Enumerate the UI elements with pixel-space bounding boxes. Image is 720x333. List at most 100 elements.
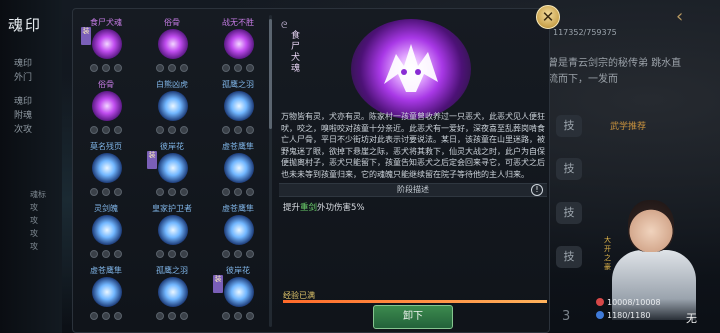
soul-slot[interactable]: 彼岸花装: [141, 141, 203, 203]
soul-slot-name: 孤鹰之羽: [222, 80, 254, 89]
background-counter: 117352/759375: [553, 28, 617, 37]
character-head: [628, 200, 674, 252]
star-slots: [222, 64, 254, 72]
soul-icon: [158, 91, 188, 121]
soul-slot-name: 战无不胜: [222, 18, 254, 27]
exp-fill: [283, 300, 547, 303]
back-arrow-icon[interactable]: ‹: [676, 6, 683, 27]
soul-slot-name: 莫名残页: [90, 142, 122, 151]
page-number: 3: [562, 309, 571, 324]
soul-slot[interactable]: 战无不胜: [207, 17, 269, 79]
equipped-badge: 装: [81, 27, 91, 45]
star-slot-dot: [234, 126, 242, 134]
close-icon[interactable]: ✕: [536, 5, 560, 29]
soul-slot[interactable]: 莫名残页: [75, 141, 137, 203]
soul-icon: [158, 277, 188, 307]
soul-slot[interactable]: 彼岸花装: [207, 265, 269, 327]
rail-bullets: 魂标 攻 攻 攻 攻: [30, 188, 46, 253]
soul-icon: [224, 153, 254, 183]
mp-value: 1180/1180: [607, 311, 651, 320]
scrollbar-thumb[interactable]: [269, 19, 272, 129]
soul-slot-name: 白熊凶虎: [156, 80, 188, 89]
star-slot-dot: [102, 126, 110, 134]
soul-icon: [224, 277, 254, 307]
star-slots: [90, 126, 122, 134]
star-slot-dot: [102, 250, 110, 258]
soul-slot[interactable]: 虚苍鹰隼: [75, 265, 137, 327]
rail-bullet: 攻: [30, 203, 38, 212]
star-slot-dot: [90, 64, 98, 72]
skill-button[interactable]: 技: [556, 202, 582, 224]
left-rail: 魂印 魂印 外门 魂印 附魂 次攻 魂标 攻 攻 攻 攻: [0, 0, 62, 333]
star-slot-dot: [168, 126, 176, 134]
soul-slot-name: 俗骨: [98, 80, 114, 89]
soul-grid: 食尸犬魂装俗骨 战无不胜 俗骨 白熊凶虎 孤鹰之羽 莫名残页 彼岸花装虚苍鹰隼 灵剑魄 皇家护卫…: [73, 9, 273, 333]
soul-slot[interactable]: 孤鹰之羽: [207, 79, 269, 141]
star-slot-dot: [168, 188, 176, 196]
background-story-text: 曾是青云剑宗的秘传弟 跳水直流而下，一发而: [548, 58, 682, 85]
rail-title: 魂印: [8, 16, 43, 34]
skill-button[interactable]: 技: [556, 158, 582, 180]
skill-button[interactable]: 技: [556, 246, 582, 268]
star-slots: [90, 312, 122, 320]
star-slot-dot: [180, 126, 188, 134]
star-slot-dot: [234, 312, 242, 320]
star-slot-dot: [234, 188, 242, 196]
wolf-soul-icon: [351, 19, 471, 119]
wolf-head-icon: [384, 44, 438, 92]
rail-line: 魂印: [14, 59, 33, 69]
soul-slot[interactable]: 灵剑魄: [75, 203, 137, 265]
soul-slot[interactable]: 食尸犬魂装: [75, 17, 137, 79]
star-slots: [222, 126, 254, 134]
skill-button[interactable]: 技: [556, 115, 582, 137]
soul-icon: [158, 29, 188, 59]
detail-name: 食尸犬魂: [291, 31, 301, 74]
hp-icon: [596, 298, 604, 306]
star-slot-dot: [156, 312, 164, 320]
star-slots: [156, 312, 188, 320]
star-slot-dot: [168, 312, 176, 320]
star-slots: [156, 188, 188, 196]
rail-bullet: 攻: [30, 229, 38, 238]
equipped-badge: 装: [213, 275, 223, 293]
soul-icon: [224, 91, 254, 121]
soul-slot[interactable]: 俗骨: [141, 17, 203, 79]
soul-slot-name: 俗骨: [164, 18, 180, 27]
soul-slot[interactable]: 俗骨: [75, 79, 137, 141]
exp-bar: [283, 300, 547, 303]
soul-icon: [92, 215, 122, 245]
soul-icon: [92, 91, 122, 121]
soul-slot[interactable]: 孤鹰之羽: [141, 265, 203, 327]
soul-slot-name: 虚苍鹰隼: [222, 142, 254, 151]
soul-slot-name: 灵剑魄: [94, 204, 118, 213]
stat-suffix: 外功伤害5%: [317, 203, 365, 213]
star-slot-dot: [222, 312, 230, 320]
star-slot-dot: [234, 250, 242, 258]
stat-line: 提升重剑外功伤害5%: [283, 201, 365, 213]
star-slot-dot: [156, 64, 164, 72]
star-slot-dot: [114, 188, 122, 196]
star-slot-dot: [114, 250, 122, 258]
soul-slot[interactable]: 白熊凶虎: [141, 79, 203, 141]
stage-description-bar[interactable]: 阶段描述 !: [279, 183, 547, 197]
star-slot-dot: [114, 312, 122, 320]
soul-slot[interactable]: 虚苍鹰隼: [207, 203, 269, 265]
rail-line: 外门: [14, 73, 33, 83]
star-slot-dot: [102, 312, 110, 320]
soul-slot[interactable]: 皇家护卫者: [141, 203, 203, 265]
rail-line: 魂印: [14, 97, 33, 107]
star-slots: [90, 188, 122, 196]
unload-button[interactable]: 卸下: [373, 305, 453, 329]
star-slots: [156, 250, 188, 258]
star-slot-dot: [114, 64, 122, 72]
star-slot-dot: [180, 188, 188, 196]
info-icon[interactable]: !: [531, 184, 543, 196]
soul-slot[interactable]: 虚苍鹰隼: [207, 141, 269, 203]
soul-slot-name: 孤鹰之羽: [156, 266, 188, 275]
mp-readout: 1180/1180: [596, 311, 650, 322]
hp-readout: 10008/10008: [596, 298, 661, 309]
recommend-label[interactable]: 武学推荐: [610, 119, 646, 132]
soul-icon: [224, 29, 254, 59]
grid-scrollbar[interactable]: [269, 15, 272, 327]
rail-bullet: 攻: [30, 242, 38, 251]
